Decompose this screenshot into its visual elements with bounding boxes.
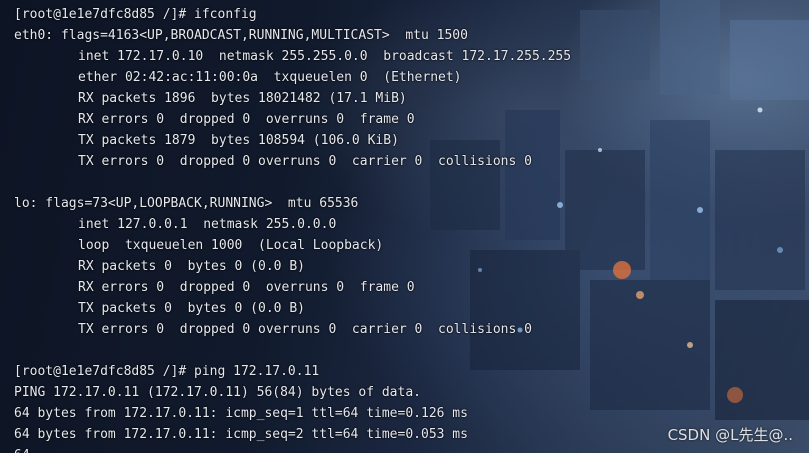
terminal-line: TX errors 0 dropped 0 overruns 0 carrier… xyxy=(78,154,532,169)
terminal-line: PING 172.17.0.11 (172.17.0.11) 56(84) by… xyxy=(14,385,421,400)
terminal-line: 64 bytes from 172.17.0.11: icmp_seq=1 tt… xyxy=(14,406,468,421)
terminal-line: 64 xyxy=(14,445,809,453)
terminal-line: [root@1e1e7dfc8d85 /]# ping 172.17.0.11 xyxy=(14,364,320,379)
terminal-screen[interactable]: [root@1e1e7dfc8d85 /]# ifconfig eth0: fla… xyxy=(0,0,809,453)
terminal-line: eth0: flags=4163<UP,BROADCAST,RUNNING,MU… xyxy=(14,28,468,43)
terminal-line: TX packets 1879 bytes 108594 (106.0 KiB) xyxy=(78,133,399,148)
terminal-line: RX packets 1896 bytes 18021482 (17.1 MiB… xyxy=(78,91,407,106)
terminal-line: RX errors 0 dropped 0 overruns 0 frame 0 xyxy=(78,112,415,127)
terminal-line: TX errors 0 dropped 0 overruns 0 carrier… xyxy=(78,322,532,337)
terminal-line: loop txqueuelen 1000 (Local Loopback) xyxy=(78,238,384,253)
terminal-line: inet 127.0.0.1 netmask 255.0.0.0 xyxy=(78,217,337,232)
terminal-output[interactable]: [root@1e1e7dfc8d85 /]# ifconfig eth0: fla… xyxy=(14,4,809,453)
terminal-line: RX errors 0 dropped 0 overruns 0 frame 0 xyxy=(78,280,415,295)
terminal-line: lo: flags=73<UP,LOOPBACK,RUNNING> mtu 65… xyxy=(14,196,359,211)
terminal-line: ether 02:42:ac:11:00:0a txqueuelen 0 (Et… xyxy=(78,70,462,85)
terminal-line: [root@1e1e7dfc8d85 /]# ifconfig xyxy=(14,7,257,22)
terminal-line: TX packets 0 bytes 0 (0.0 B) xyxy=(78,301,305,316)
terminal-line: RX packets 0 bytes 0 (0.0 B) xyxy=(78,259,305,274)
terminal-line: inet 172.17.0.10 netmask 255.255.0.0 bro… xyxy=(78,49,572,64)
watermark-label: CSDN @L先生@.. xyxy=(667,426,793,444)
